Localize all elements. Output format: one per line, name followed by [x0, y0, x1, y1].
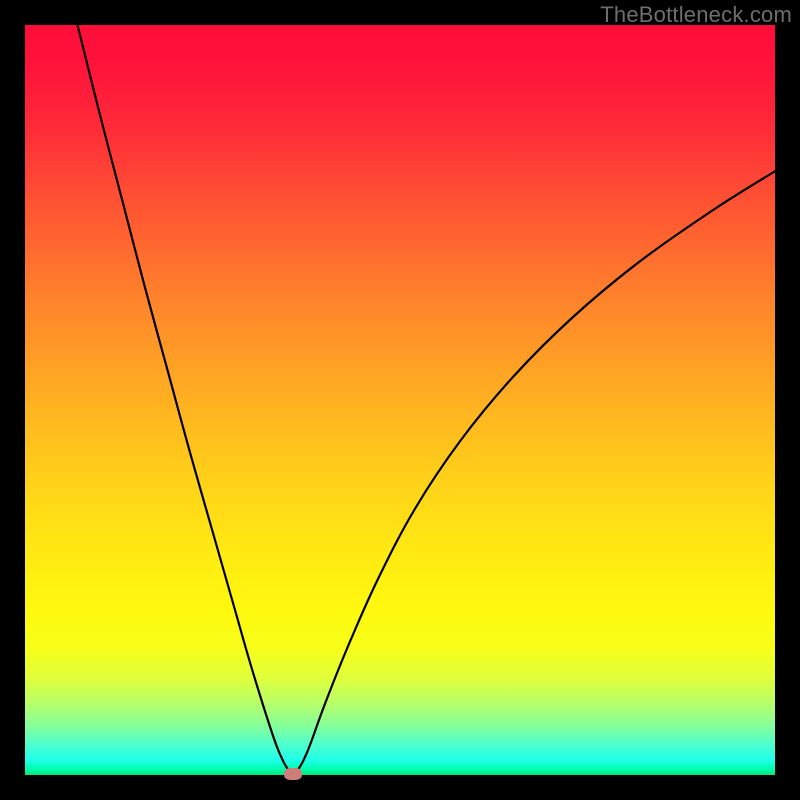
curve-svg [25, 25, 775, 775]
chart-frame: TheBottleneck.com [0, 0, 800, 800]
watermark-text: TheBottleneck.com [600, 2, 792, 28]
plot-area [25, 25, 775, 775]
optimum-marker [284, 768, 302, 780]
bottleneck-curve [78, 25, 776, 773]
